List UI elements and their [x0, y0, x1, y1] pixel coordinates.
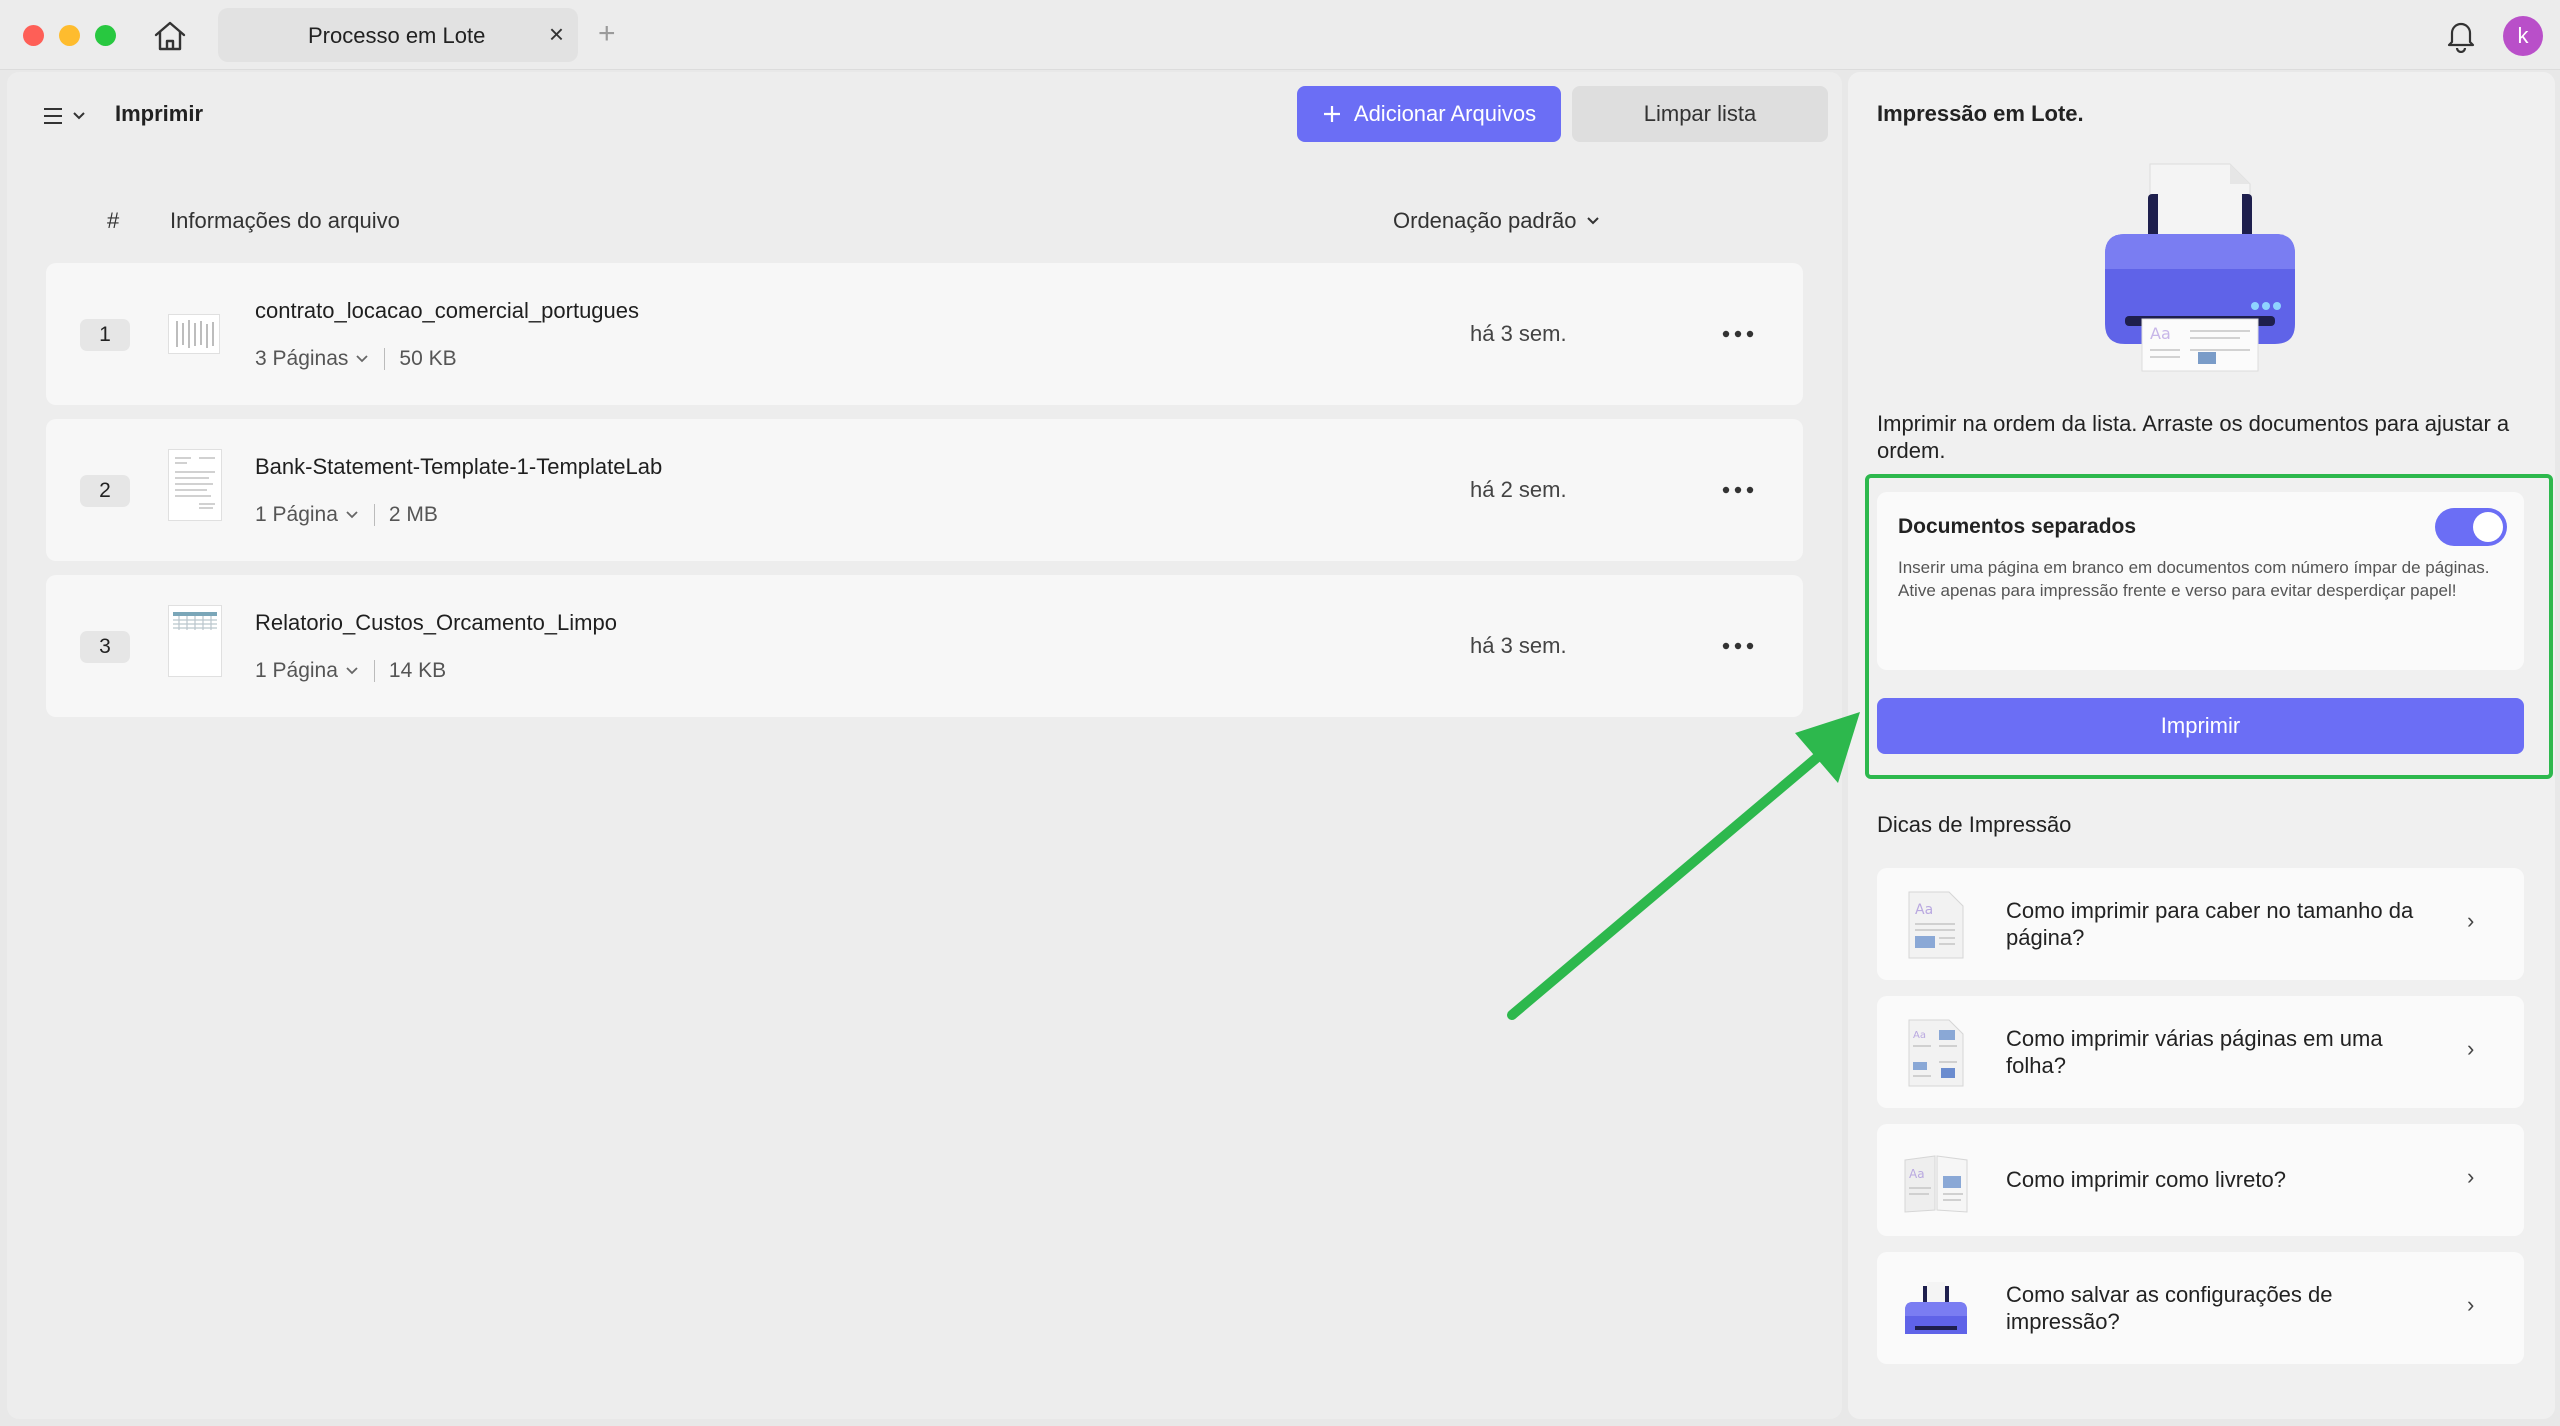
more-icon [1722, 642, 1754, 650]
tip-text: Como imprimir como livreto? [2006, 1167, 2286, 1192]
menu-button[interactable] [42, 100, 102, 132]
file-row[interactable]: 2 Bank-Statement-Template-1-TemplateLab … [46, 419, 1803, 561]
maximize-window-button[interactable] [95, 25, 116, 46]
page-count-dropdown[interactable]: 3 Páginas [255, 347, 369, 371]
more-icon [1722, 330, 1754, 338]
svg-text:Aa: Aa [1913, 1030, 1926, 1041]
file-index: 2 [80, 475, 130, 507]
file-index: 1 [80, 319, 130, 351]
file-size: 2 MB [388, 503, 438, 526]
tab-title: Processo em Lote [308, 23, 486, 48]
printer-icon [1905, 1282, 1967, 1334]
bell-icon [2447, 22, 2475, 54]
add-files-label: Adicionar Arquivos [1353, 101, 1537, 126]
chevron-right-icon: › [2467, 1292, 2475, 1317]
page-count: 1 Página [255, 659, 338, 682]
tip-text: Como imprimir várias páginas em uma folh… [2006, 1026, 2383, 1078]
add-files-button[interactable]: Adicionar Arquivos [1297, 86, 1561, 142]
file-index: 3 [80, 631, 130, 663]
multi-page-icon: Aa [1908, 1019, 1964, 1087]
page-count: 3 Páginas [255, 347, 349, 370]
page-count-dropdown[interactable]: 1 Página [255, 659, 358, 683]
tip-text: Como imprimir para caber no tamanho da p… [2006, 898, 2414, 950]
tab-close-button[interactable]: × [549, 19, 564, 49]
svg-text:Aa: Aa [1915, 902, 1933, 918]
file-date: há 3 sem. [1470, 633, 1567, 658]
file-thumbnail [168, 449, 222, 521]
more-icon [1722, 486, 1754, 494]
file-meta: 1 Página 14 KB [255, 659, 446, 683]
divider [373, 660, 375, 682]
document-icon: Aa [1908, 891, 1964, 959]
page-count-dropdown[interactable]: 1 Página [255, 503, 358, 527]
tip-text: Como salvar as configurações de impressã… [2006, 1282, 2333, 1334]
column-header-file-info: Informações do arquivo [170, 208, 400, 233]
minimize-window-button[interactable] [59, 25, 80, 46]
chevron-down-icon [1587, 217, 1600, 225]
file-date: há 3 sem. [1470, 321, 1567, 346]
chevron-right-icon: › [2467, 908, 2475, 933]
divider [373, 504, 375, 526]
tips-title: Dicas de Impressão [1877, 812, 2072, 837]
user-avatar[interactable]: k [2503, 16, 2543, 56]
booklet-icon: Aa [1904, 1155, 1968, 1213]
svg-text:Aa: Aa [2150, 324, 2171, 343]
new-tab-button[interactable]: + [598, 17, 616, 51]
plus-icon [1323, 106, 1340, 122]
tip-multiple-pages[interactable]: Aa Como imprimir várias páginas em uma f… [1877, 996, 2524, 1108]
file-thumbnail [168, 314, 220, 354]
notifications-button[interactable] [2443, 17, 2479, 54]
clear-list-button[interactable]: Limpar lista [1572, 86, 1828, 142]
file-size: 50 KB [399, 347, 457, 370]
file-list-panel: Imprimir Adicionar Arquivos Limpar lista… [7, 72, 1842, 1419]
file-row[interactable]: 3 Relatorio_Custos_Orcamento_Limpo 1 Pág… [46, 575, 1803, 717]
panel-title: Impressão em Lote. [1877, 101, 2084, 126]
chevron-right-icon: › [2467, 1036, 2475, 1061]
more-options-button[interactable] [1722, 313, 1754, 347]
tip-fit-to-page[interactable]: Aa Como imprimir para caber no tamanho d… [1877, 868, 2524, 980]
divider [384, 348, 386, 370]
file-name: contrato_locacao_comercial_portugues [255, 298, 640, 323]
column-header-number: # [107, 208, 120, 233]
file-row[interactable]: 1 contrato_locacao_comercial_portugues 3… [46, 263, 1803, 405]
tip-booklet[interactable]: Aa Como imprimir como livreto? › [1877, 1124, 2524, 1236]
chevron-down-icon [346, 667, 358, 675]
page-count: 1 Página [255, 503, 338, 526]
sort-label: Ordenação padrão [1393, 208, 1577, 233]
file-date: há 2 sem. [1470, 477, 1567, 502]
tab-batch-process[interactable]: Processo em Lote × [218, 8, 578, 62]
chevron-down-icon [346, 511, 358, 519]
tip-save-settings[interactable]: Como salvar as configurações de impressã… [1877, 1252, 2524, 1364]
file-meta: 3 Páginas 50 KB [255, 347, 457, 371]
file-name: Bank-Statement-Template-1-TemplateLab [255, 454, 663, 479]
title-bar: Processo em Lote × + k [0, 0, 2560, 70]
chevron-down-icon [356, 355, 369, 363]
page-title: Imprimir [115, 101, 204, 126]
file-meta: 1 Página 2 MB [255, 503, 438, 527]
svg-text:Aa: Aa [1909, 1167, 1925, 1181]
file-size: 14 KB [388, 659, 447, 682]
menu-icon [44, 108, 62, 124]
sort-dropdown[interactable]: Ordenação padrão [1393, 208, 1600, 234]
highlight-box [1865, 474, 2553, 779]
file-thumbnail [168, 605, 222, 677]
home-icon [154, 21, 186, 51]
close-window-button[interactable] [23, 25, 44, 46]
more-options-button[interactable] [1722, 469, 1754, 503]
panel-description: Imprimir na ordem da lista. Arraste os d… [1877, 411, 2510, 463]
more-options-button[interactable] [1722, 625, 1754, 659]
printer-illustration: Aa [2105, 163, 2295, 372]
chevron-down-icon [73, 112, 85, 120]
home-button[interactable] [150, 16, 190, 56]
file-name: Relatorio_Custos_Orcamento_Limpo [255, 610, 617, 635]
chevron-right-icon: › [2467, 1164, 2475, 1189]
